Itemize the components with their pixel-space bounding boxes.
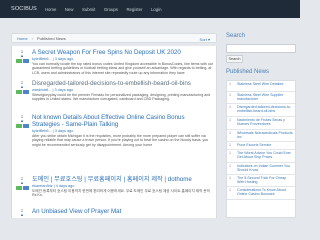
list-item[interactable]: 1 Pune Escorts Service (227, 142, 295, 150)
item-title[interactable]: Wholesale Nutraceuticals Products Inc (237, 130, 294, 139)
post-excerpt: Siteurlgkeyplay could be the premier Fir… (32, 93, 211, 102)
upvote-arrow-icon[interactable]: ▲ (15, 54, 29, 58)
item-count: 1 (229, 151, 231, 155)
post-title[interactable]: A Secret Weapon For Free Spins No Deposi… (32, 49, 214, 56)
post-meta[interactable]: kyleiBeb6... | 3 days ago (32, 129, 214, 133)
item-count: 1 (229, 176, 231, 180)
vote-box: 1 ▲ (15, 208, 29, 217)
breadcrumb-separator: › (31, 35, 34, 41)
list-item[interactable]: 1 Indicators on Indian Summer You Should … (227, 163, 295, 175)
sidebar-search-title: Search (226, 33, 246, 39)
post-title[interactable]: 도메인 | 무료호스팅 | 무료홈페이지 | 홈페이지 제작 | dothome (32, 176, 214, 183)
item-title[interactable]: Pune Escorts Service (237, 142, 294, 147)
upvote-arrow-icon[interactable]: ▲ (15, 85, 29, 89)
list-item[interactable]: 1 Stainless Steel Wire Detailed (227, 81, 295, 92)
search-input[interactable] (226, 44, 296, 53)
breadcrumb-home[interactable]: Home (17, 36, 28, 41)
post-excerpt: After you strike obtain Michigan it is t… (32, 134, 209, 147)
breadcrumb-current: Published News (37, 35, 66, 41)
like-button[interactable] (16, 58, 22, 63)
post-item: 1 ▲ 도메인 | 무료호스팅 | 무료홈페이지 | 홈페이지 제작 | dot… (12, 176, 216, 206)
upvote-arrow-icon[interactable]: ▲ (15, 213, 29, 217)
item-count: 1 (229, 118, 231, 122)
share-button[interactable] (23, 123, 29, 128)
item-title[interactable]: Considerations To Know About Online Casi… (237, 187, 294, 196)
post-excerpt: 도메인 등록부터 호스팅 이용까지 한번에 편리하게 이용하세요. 무료 도메인… (32, 189, 210, 198)
list-item[interactable]: 1 Wholesale Nutraceuticals Products Inc (227, 130, 295, 142)
item-count: 1 (229, 105, 231, 109)
post-meta[interactable]: ekarelan9dz | 4 days ago (32, 184, 214, 188)
item-title[interactable]: Indicators on Indian Summer You Should K… (237, 163, 294, 172)
post-item: 1 ▲ Not known Details About Effective On… (12, 114, 216, 164)
sort-dropdown[interactable]: Sort ▾ (200, 37, 210, 42)
upvote-arrow-icon[interactable]: ▲ (15, 119, 29, 123)
post-item: 1 ▲ An Unbiased View of Prayer Mat (12, 208, 216, 218)
top-navbar: SOCIBUS Home New Submit Groups Register … (0, 0, 300, 18)
like-button[interactable] (16, 123, 22, 128)
post-title[interactable]: Disregarded-tailored-decisions-to-embell… (32, 80, 214, 87)
item-count: 1 (229, 93, 231, 97)
nav-link-register[interactable]: Register (126, 7, 142, 12)
item-title[interactable]: Disregarded-tailored-decisions-to-embell… (237, 104, 294, 113)
item-count: 1 (229, 82, 231, 86)
upvote-arrow-icon[interactable]: ▲ (15, 181, 29, 185)
search-button[interactable]: Search (226, 55, 243, 63)
item-title[interactable]: Stainless Steel Wire Detailed (237, 81, 294, 86)
item-title[interactable]: Nacimiento de Frutas Secas y Nueces Prov… (237, 117, 294, 126)
item-count: 1 (229, 143, 231, 147)
post-list: 1 ▲ A Secret Weapon For Free Spins No De… (11, 46, 217, 218)
item-count: 1 (229, 188, 231, 192)
item-title[interactable]: The Worst Advice You Could Ever Get Abou… (237, 150, 294, 159)
published-news-list: 1 Stainless Steel Wire Detailed 1 Stainles… (226, 80, 296, 218)
vote-box: 1 ▲ (15, 114, 29, 128)
share-button[interactable] (23, 185, 29, 190)
item-count: 1 (229, 164, 231, 168)
nav-link-groups[interactable]: Groups (104, 7, 118, 12)
vote-box: 1 ▲ (15, 176, 29, 190)
nav-link-home[interactable]: Home (45, 7, 56, 12)
item-title[interactable]: Stainless Steel Wire Supplier manufactur… (237, 92, 294, 101)
post-excerpt: You can normally locate the top rated bo… (32, 62, 214, 75)
list-item[interactable]: 1 Considerations To Know About Online Cas… (227, 187, 295, 200)
share-button[interactable] (23, 58, 29, 63)
list-item[interactable]: 1 The Worst Advice You Could Ever Get Abo… (227, 150, 295, 163)
item-title[interactable]: The 5-Second Trick For Cheap Web Hosting (237, 175, 294, 184)
list-item[interactable]: 1 Stainless Steel Wire Supplier manufactu… (227, 92, 295, 104)
vote-box: 1 ▲ (15, 80, 29, 94)
list-item[interactable]: 1 The 5-Second Trick For Cheap Web Hostin… (227, 175, 295, 187)
nav-link-login[interactable]: Login (151, 7, 162, 12)
published-news-title: Published News (226, 69, 270, 75)
post-title[interactable]: An Unbiased View of Prayer Mat (32, 208, 214, 215)
brand-logo[interactable]: SOCIBUS (11, 6, 37, 12)
list-item[interactable]: 1 Disregarded-tailored-decisions-to-embel… (227, 104, 295, 117)
like-button[interactable] (16, 185, 22, 190)
vote-box: 1 ▲ (15, 49, 29, 63)
nav-link-submit[interactable]: Submit (82, 7, 95, 12)
post-title[interactable]: Not known Details About Effective Online… (32, 114, 214, 128)
nav-link-new[interactable]: New (65, 7, 74, 12)
share-button[interactable] (23, 89, 29, 94)
like-button[interactable] (16, 89, 22, 94)
post-meta[interactable]: kyleiBeb6... | 3 days ago (32, 57, 214, 61)
item-count: 1 (229, 131, 231, 135)
breadcrumb: Home › Published News Sort ▾ (11, 33, 217, 43)
post-meta[interactable]: wardridell... | 3 days ago (32, 88, 214, 92)
list-item[interactable]: 1 Nacimiento de Frutas Secas y Nueces Pro… (227, 117, 295, 130)
